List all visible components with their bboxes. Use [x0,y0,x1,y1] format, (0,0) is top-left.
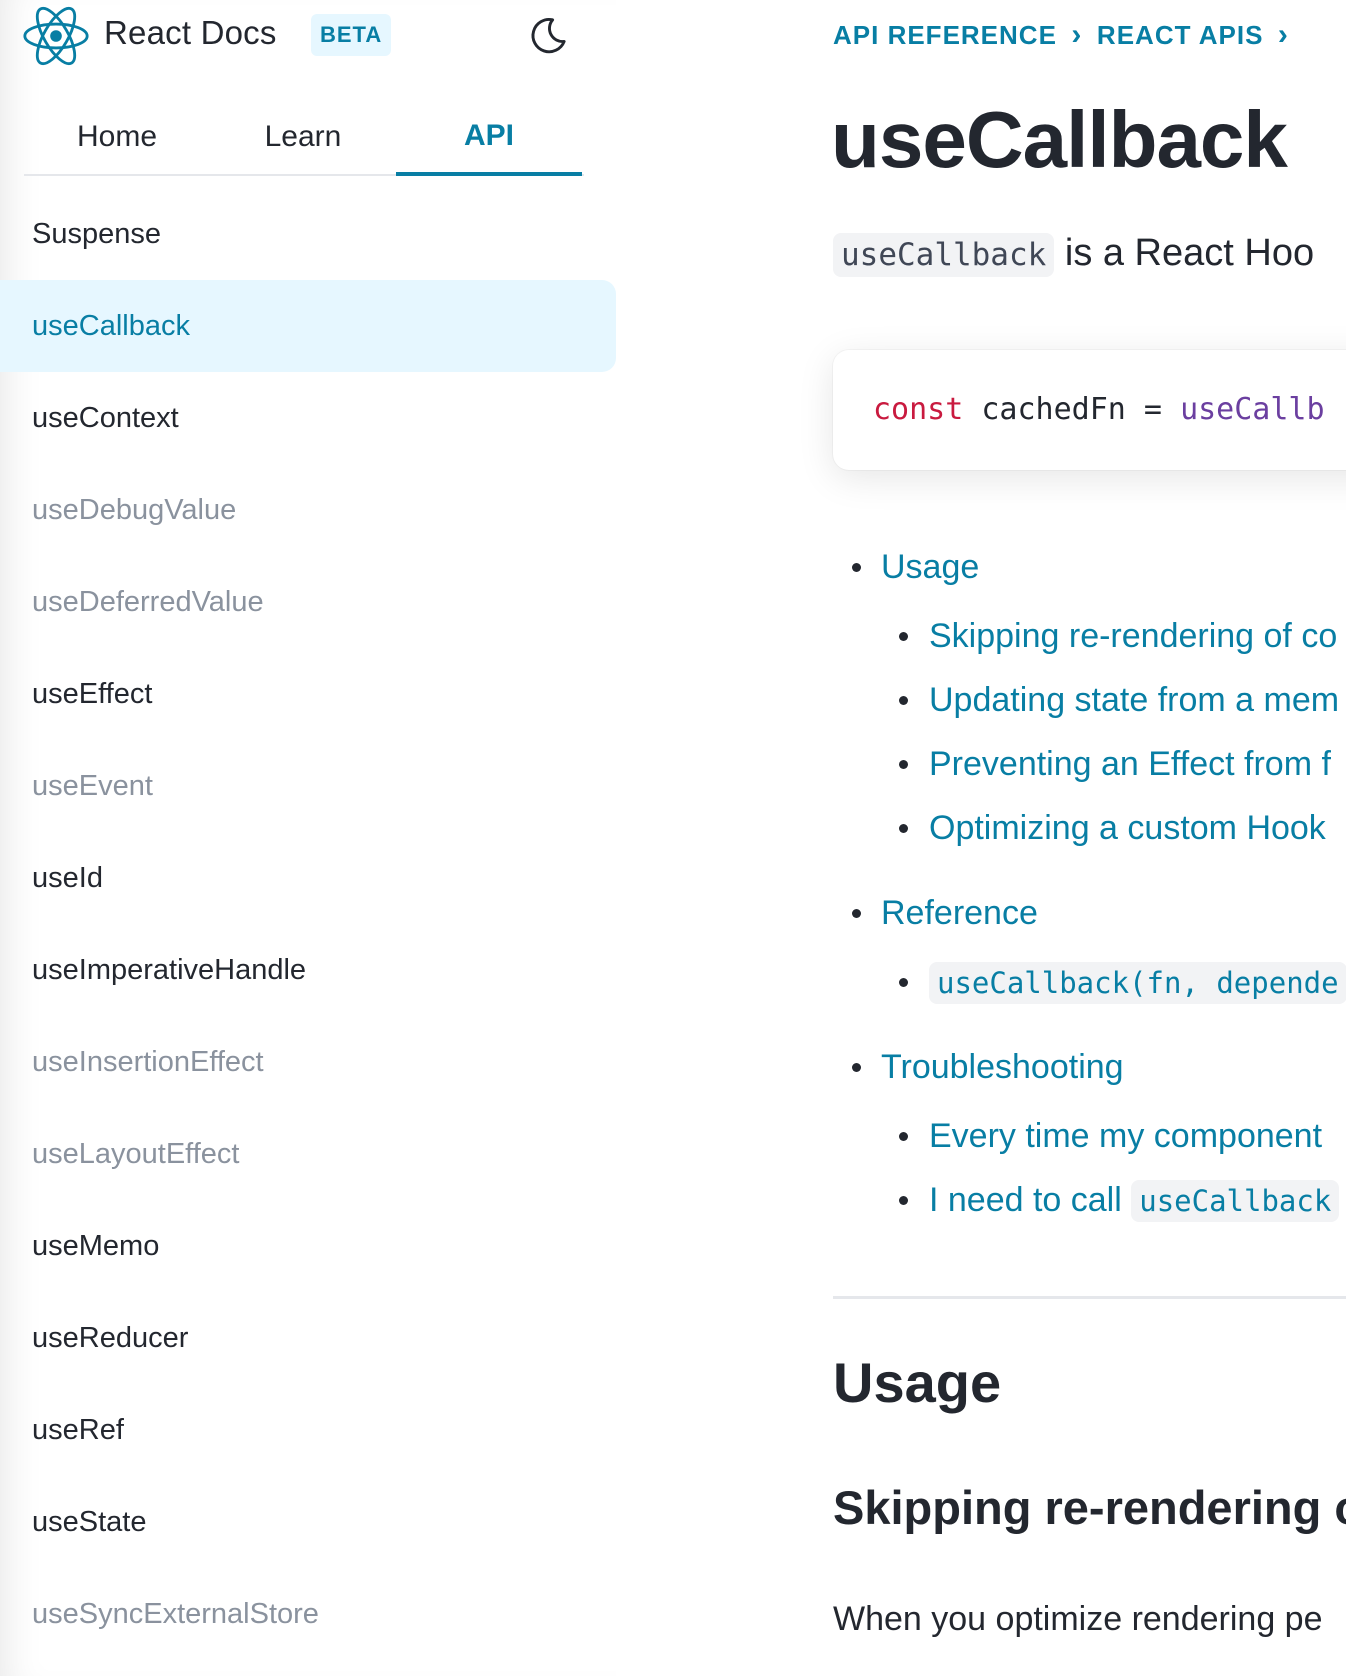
breadcrumb-react-apis[interactable]: REACT APIS [1097,20,1264,51]
tab-home[interactable]: Home [24,100,210,174]
sidebar-item-uselayouteffect[interactable]: useLayoutEffect [0,1108,616,1200]
chevron-right-icon: › [1071,18,1083,51]
sidebar-item-useinsertioneffect[interactable]: useInsertionEffect [0,1016,616,1108]
sidebar-item-useevent[interactable]: useEvent [0,740,616,832]
breadcrumb: API REFERENCE › REACT APIS › [833,18,1303,52]
nav-tabs: Home Learn API [24,100,584,176]
sidebar-item-useeffect[interactable]: useEffect [0,648,616,740]
toc-item[interactable]: Every time my component [833,1104,1346,1168]
toc-item[interactable]: Optimizing a custom Hook [833,796,1346,860]
toc-item[interactable]: Updating state from a mem [833,668,1346,732]
toc-code: useCallback(fn, depende [929,962,1346,1004]
sidebar-item-useimperativehandle[interactable]: useImperativeHandle [0,924,616,1016]
toc-item[interactable]: useCallback(fn, depende [833,950,1346,1014]
page-title: useCallback [831,95,1288,184]
code-keyword: const [873,392,964,427]
chevron-right-icon: › [1277,18,1289,51]
subsection-heading: Skipping re-rendering o [833,1481,1346,1534]
sidebar-item-usecontext[interactable]: useContext [0,372,616,464]
section-heading: Usage [833,1351,1002,1414]
code-block: const cachedFn = useCallb [833,350,1346,470]
intro-sentence: is a React Hoo [1054,232,1315,274]
sidebar-item-usesyncexternalstore[interactable]: useSyncExternalStore [0,1568,616,1660]
table-of-contents: Usage Skipping re-rendering of co Updati… [833,530,1346,1232]
tab-learn[interactable]: Learn [210,100,396,174]
toc-code: useCallback [1131,1180,1340,1222]
main-content: API REFERENCE › REACT APIS › useCallback… [616,0,1346,1676]
moon-icon[interactable] [526,14,570,58]
toc-item[interactable]: Preventing an Effect from f [833,732,1346,796]
top-bar: React Docs BETA [0,0,616,74]
paragraph: When you optimize rendering pe [833,1600,1323,1638]
toc-item[interactable]: Usage [833,530,1346,604]
toc-label: I need to call [929,1181,1132,1219]
intro-text: useCallback is a React Hoo [833,232,1315,277]
toc-item[interactable]: Skipping re-rendering of co [833,604,1346,668]
sidebar-item-suspense[interactable]: Suspense [0,188,616,280]
brand-title[interactable]: React Docs [104,14,277,52]
toc-item[interactable]: Troubleshooting [833,1030,1346,1104]
sidebar-item-usedeferredvalue[interactable]: useDeferredValue [0,556,616,648]
sidebar-item-usecallback[interactable]: useCallback [0,280,616,372]
code-variable: cachedFn = [963,392,1181,427]
sidebar-item-useref[interactable]: useRef [0,1384,616,1476]
code-call: useCallb [1180,392,1325,427]
tab-api[interactable]: API [396,100,582,176]
divider [833,1296,1346,1299]
sidebar-item-usereducer[interactable]: useReducer [0,1292,616,1384]
sidebar-nav: Suspense useCallback useContext useDebug… [0,188,616,1660]
toc-item[interactable]: I need to call useCallback [833,1168,1346,1232]
breadcrumb-api-reference[interactable]: API REFERENCE [833,20,1057,51]
sidebar-item-usedebugvalue[interactable]: useDebugValue [0,464,616,556]
beta-badge: BETA [311,14,392,56]
sidebar-item-useid[interactable]: useId [0,832,616,924]
react-logo-icon[interactable] [22,4,90,68]
toc-item[interactable]: Reference [833,876,1346,950]
inline-code: useCallback [833,233,1055,277]
sidebar: React Docs BETA Home Learn API Suspense … [0,0,616,1676]
sidebar-item-usestate[interactable]: useState [0,1476,616,1568]
sidebar-item-usememo[interactable]: useMemo [0,1200,616,1292]
